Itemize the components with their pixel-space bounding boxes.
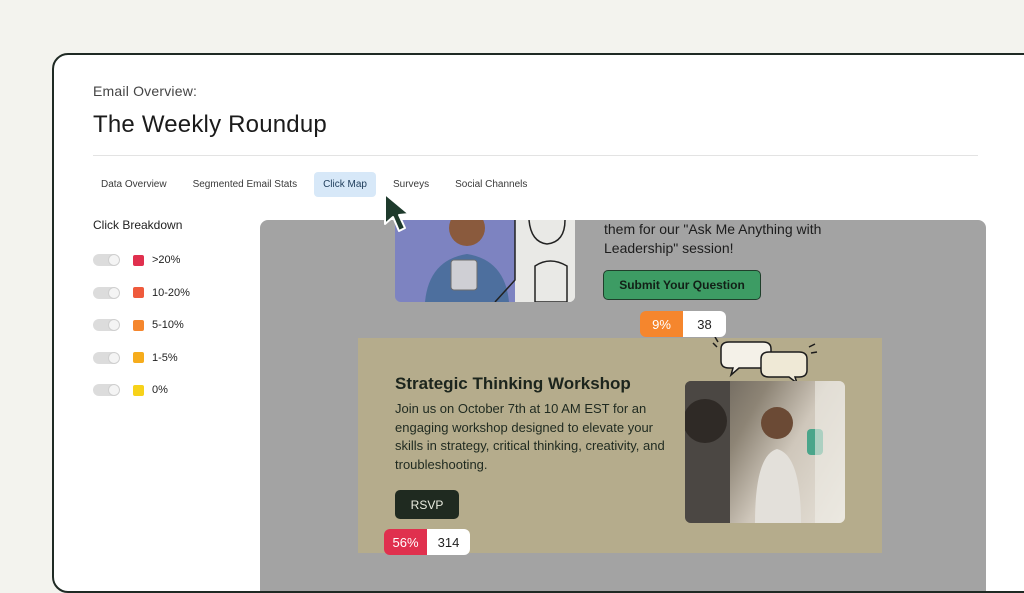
click-percent: 9% [640,311,683,337]
submit-click-stat: 9% 38 [640,311,726,337]
click-count: 314 [427,529,470,555]
tab-social-channels[interactable]: Social Channels [446,172,536,197]
legend-swatch [133,352,144,364]
legend-item: 1-5% [93,342,190,375]
legend-label: 5-10% [152,319,184,332]
submit-question-button[interactable]: Submit Your Question [603,270,761,300]
legend-label: 10-20% [152,286,190,299]
toggle-knob [109,352,119,363]
legend-item: 5-10% [93,309,190,342]
page-title: The Weekly Roundup [93,111,327,138]
leadership-photo [395,220,575,302]
click-count: 38 [683,311,726,337]
toggle-switch-icon[interactable] [93,319,119,332]
legend-label: >20% [152,254,181,267]
legend-swatch [133,319,144,331]
legend-label: 0% [152,384,168,397]
workshop-section: Strategic Thinking Workshop Join us on O… [358,337,882,553]
click-percent: 56% [384,529,427,555]
legend-item: 0% [93,374,190,407]
legend-label: 1-5% [152,351,178,364]
tab-data-overview[interactable]: Data Overview [92,172,176,197]
app-window: Email Overview: The Weekly Roundup Data … [52,53,1024,593]
header-divider [93,155,978,156]
legend-swatch [133,254,144,266]
tab-bar: Data Overview Segmented Email Stats Clic… [92,172,536,197]
toggle-switch-icon[interactable] [93,286,119,299]
toggle-knob [109,255,119,266]
legend-swatch [133,384,144,396]
toggle-switch-icon[interactable] [93,254,119,267]
tab-click-map[interactable]: Click Map [314,172,376,197]
toggle-switch-icon[interactable] [93,351,119,364]
workshop-description: Join us on October 7th at 10 AM EST for … [395,401,665,472]
rsvp-click-stat: 56% 314 [384,529,470,555]
toggle-knob [109,287,119,298]
mouse-pointer-icon [384,193,410,232]
speech-bubbles-icon [712,337,818,385]
rsvp-button[interactable]: RSVP [395,490,459,519]
toggle-knob [109,385,119,396]
email-click-map-preview: them for our "Ask Me Anything with Leade… [260,220,986,591]
page-eyebrow: Email Overview: [93,83,198,99]
tab-segmented-email-stats[interactable]: Segmented Email Stats [184,172,307,197]
legend-swatch [133,287,144,299]
leadership-illustration [395,220,575,302]
click-breakdown-title: Click Breakdown [93,218,183,232]
ama-text: them for our "Ask Me Anything with Leade… [604,221,822,256]
toggle-knob [109,320,119,331]
workshop-title: Strategic Thinking Workshop [395,374,631,393]
click-breakdown-legend: >20% 10-20% 5-10% 1-5% 0% [93,244,190,407]
legend-item: 10-20% [93,277,190,310]
presenter-illustration [685,381,845,523]
legend-item: >20% [93,244,190,277]
toggle-switch-icon[interactable] [93,384,119,397]
workshop-photo [685,381,845,523]
